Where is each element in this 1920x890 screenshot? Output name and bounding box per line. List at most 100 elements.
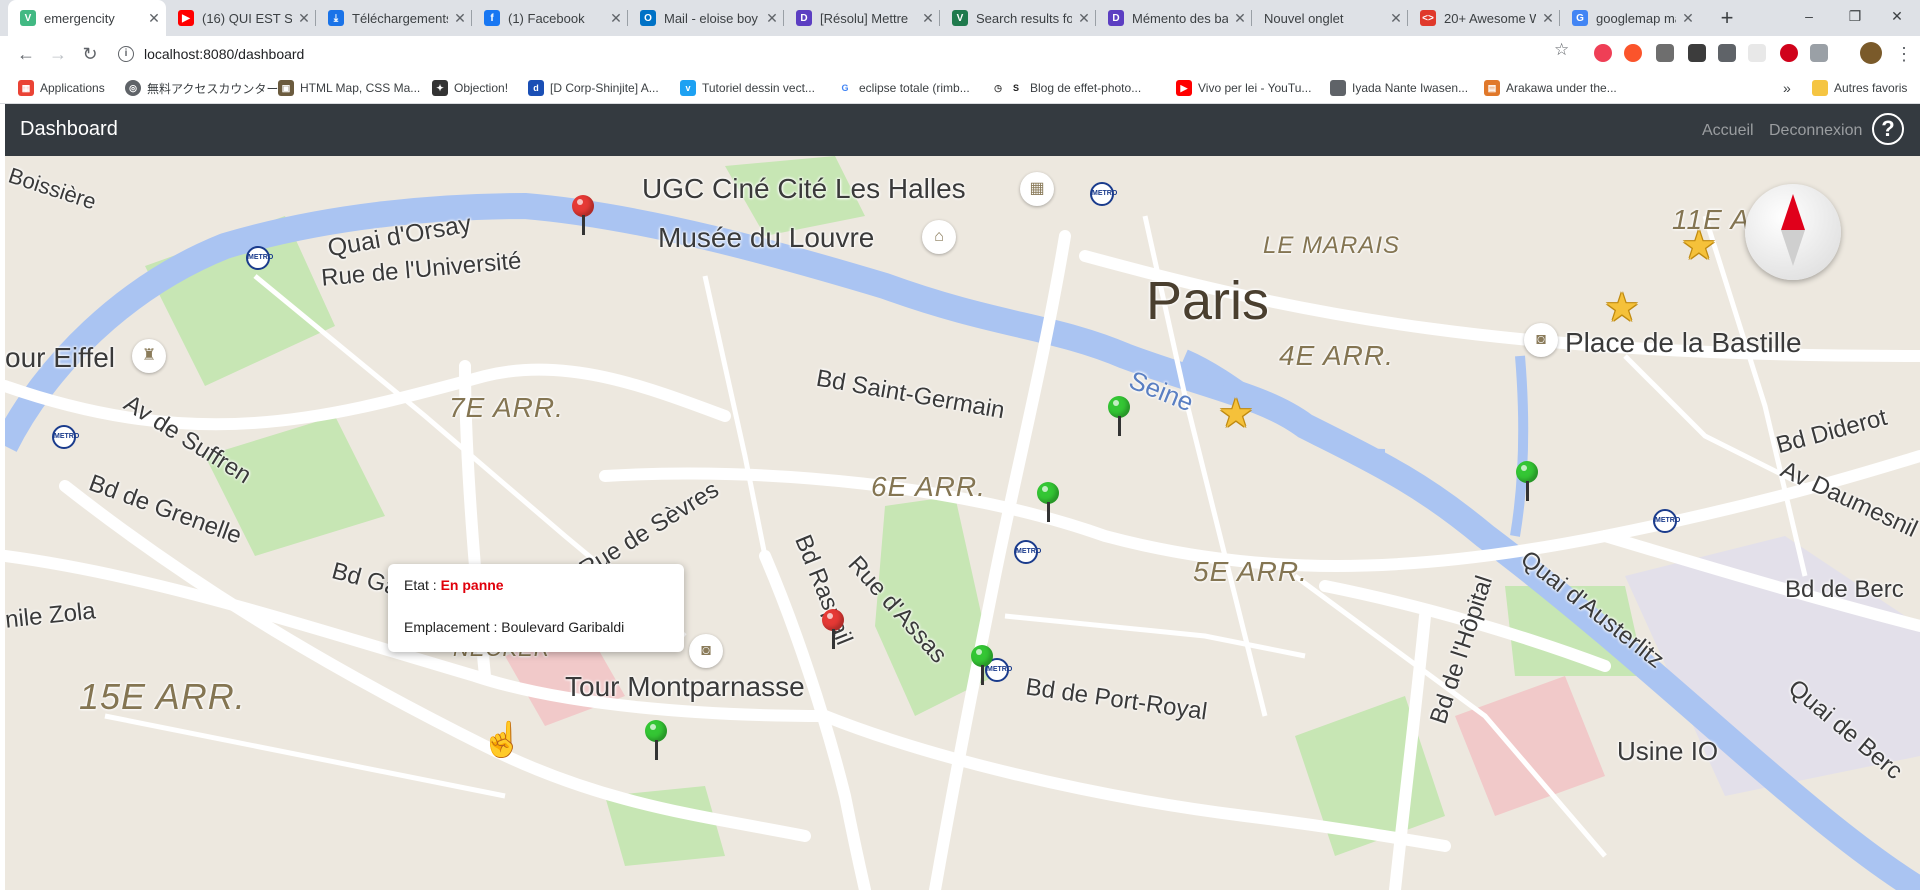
close-tab-icon[interactable]: ✕	[142, 10, 166, 27]
marker-pin-green[interactable]	[645, 720, 667, 760]
help-icon[interactable]: ?	[1872, 113, 1904, 145]
tab-youtube[interactable]: ▶ (16) QUI EST SA ✕	[166, 0, 316, 36]
extension-game-icon[interactable]	[1688, 44, 1706, 62]
bookmark-arakawa[interactable]: ▤ Arakawa under the...	[1484, 78, 1617, 98]
close-tab-icon[interactable]: ✕	[1072, 10, 1096, 27]
close-tab-icon[interactable]: ✕	[604, 10, 628, 27]
map-container[interactable]: METRO METRO METRO METRO METRO METRO ▦ ⌂ …	[5, 156, 1920, 890]
tab-search-results[interactable]: V Search results fo ✕	[940, 0, 1096, 36]
objection-icon: ✦	[432, 80, 448, 96]
tab-downloads[interactable]: ⤓ Téléchargements ✕	[316, 0, 472, 36]
d-icon: d	[528, 80, 544, 96]
new-tab-button[interactable]: +	[1713, 4, 1741, 32]
bookmark-star-icon[interactable]: ☆	[1554, 40, 1569, 60]
metro-station-icon[interactable]: METRO	[1014, 540, 1041, 564]
site-info-icon[interactable]: i	[118, 46, 134, 62]
youtube-icon: ▶	[178, 10, 194, 26]
bookmark-counter[interactable]: ◎ 無料アクセスカウンター...	[125, 78, 288, 98]
marker-pin-green[interactable]	[971, 645, 993, 685]
bookmark-objection[interactable]: ✦ Objection!	[432, 78, 508, 98]
tab-googlemap[interactable]: G googlemap mar ✕	[1560, 0, 1700, 36]
label-paris: Paris	[1146, 271, 1270, 331]
marker-pin-green[interactable]	[1037, 482, 1059, 522]
close-tab-icon[interactable]: ✕	[916, 10, 940, 27]
sk-icon: S	[1008, 80, 1024, 96]
d-icon: D	[796, 10, 812, 26]
metro-station-icon[interactable]: METRO	[52, 425, 79, 449]
bookmark-html-map[interactable]: ▣ HTML Map, CSS Ma...	[278, 78, 420, 98]
bookmark-tutoriel[interactable]: v Tutoriel dessin vect...	[680, 78, 815, 98]
brand-title[interactable]: Dashboard	[20, 118, 118, 141]
cinema-icon[interactable]: ▦	[1020, 172, 1054, 206]
extension-cast-icon[interactable]	[1810, 44, 1828, 62]
tab-title: (1) Facebook	[508, 10, 585, 26]
tab-title: 20+ Awesome W	[1444, 10, 1536, 26]
compass-north-icon	[1781, 194, 1805, 230]
profile-avatar-icon[interactable]	[1860, 42, 1882, 64]
tab-mail[interactable]: O Mail - eloise boy ✕	[628, 0, 784, 36]
bookmark-d-corp[interactable]: d [D Corp-Shinjite] A...	[528, 78, 659, 98]
bookmark-eclipse[interactable]: G eclipse totale (rimb...	[837, 78, 970, 98]
back-button[interactable]: ←	[12, 40, 40, 68]
tab-title: emergencity	[44, 10, 115, 26]
more-bookmarks-button[interactable]: »	[1783, 78, 1791, 98]
canal	[1510, 355, 1529, 537]
bookmark-vivo-per-lei[interactable]: ▶ Vivo per lei - YouTu...	[1176, 78, 1311, 98]
star-marker[interactable]: ★	[1681, 226, 1717, 266]
label-tour-montparnasse: Tour Montparnasse	[565, 671, 805, 702]
tab-memento[interactable]: D Mémento des ba ✕	[1096, 0, 1252, 36]
marker-pin-red[interactable]	[822, 609, 844, 649]
extension-adblock-icon[interactable]	[1780, 44, 1798, 62]
monument-icon[interactable]: ♜	[132, 339, 166, 373]
close-tab-icon[interactable]: ✕	[1384, 10, 1408, 27]
close-tab-icon[interactable]: ✕	[1536, 10, 1560, 27]
tab-title: Téléchargements	[352, 10, 448, 26]
marker-pin-green[interactable]	[1108, 396, 1130, 436]
star-marker[interactable]: ★	[1218, 394, 1254, 434]
tab-emergencity[interactable]: V emergencity ✕	[8, 0, 166, 36]
close-tab-icon[interactable]: ✕	[448, 10, 472, 27]
tab-awesome[interactable]: <> 20+ Awesome W ✕	[1408, 0, 1560, 36]
close-tab-icon[interactable]: ✕	[760, 10, 784, 27]
metro-station-icon[interactable]: METRO	[1090, 182, 1117, 206]
browser-menu-icon[interactable]: ⋮	[1890, 40, 1918, 68]
app-viewport: Dashboard Accueil Deconnexion ? METRO ME…	[0, 104, 1920, 890]
youtube-icon: ▶	[1176, 80, 1192, 96]
tab-new-tab[interactable]: Nouvel onglet ✕	[1252, 0, 1408, 36]
reload-button[interactable]: ↻	[76, 40, 104, 68]
folder-icon	[1812, 80, 1828, 96]
label-4e-arr: 4E ARR.	[1279, 340, 1394, 371]
emplacement-value: Boulevard Garibaldi	[501, 619, 625, 635]
bookmark-iyada[interactable]: Iyada Nante Iwasen...	[1330, 78, 1468, 98]
close-tab-icon[interactable]: ✕	[1228, 10, 1252, 27]
camera-icon[interactable]: ◙	[1524, 323, 1558, 357]
close-tab-icon[interactable]: ✕	[292, 10, 316, 27]
forward-button[interactable]: →	[44, 40, 72, 68]
tab-resolu[interactable]: D [Résolu] Mettre ✕	[784, 0, 940, 36]
marker-pin-red[interactable]	[572, 195, 594, 235]
minimize-button[interactable]: –	[1786, 0, 1832, 32]
extension-pocket-icon[interactable]	[1594, 44, 1612, 62]
tab-facebook[interactable]: f (1) Facebook ✕	[472, 0, 628, 36]
star-marker[interactable]: ★	[1604, 288, 1640, 328]
camera-icon[interactable]: ◙	[689, 634, 723, 668]
extension-brave-icon[interactable]	[1624, 44, 1642, 62]
nav-deconnexion-link[interactable]: Deconnexion	[1769, 122, 1862, 140]
bookmark-other-favorites[interactable]: Autres favoris	[1812, 78, 1907, 98]
nav-accueil-link[interactable]: Accueil	[1702, 122, 1754, 140]
extension-blank-icon[interactable]	[1748, 44, 1766, 62]
metro-station-icon[interactable]: METRO	[1653, 509, 1680, 533]
bookmark-applications[interactable]: ▦ Applications	[18, 78, 105, 98]
close-window-button[interactable]: ✕	[1874, 0, 1920, 32]
address-bar[interactable]: i localhost:8080/dashboard	[112, 40, 1587, 68]
marker-pin-green[interactable]	[1516, 461, 1538, 501]
restore-button[interactable]: ❐	[1832, 0, 1878, 32]
bookmark-blog[interactable]: ◷ S Blog de effet-photo...	[990, 78, 1141, 98]
museum-icon[interactable]: ⌂	[922, 220, 956, 254]
extension-tool-icon[interactable]	[1656, 44, 1674, 62]
book-icon: ▤	[1484, 80, 1500, 96]
compass-control[interactable]	[1745, 184, 1841, 280]
extension-puzzle-icon[interactable]	[1718, 44, 1736, 62]
close-tab-icon[interactable]: ✕	[1676, 10, 1700, 27]
metro-station-icon[interactable]: METRO	[246, 246, 273, 270]
